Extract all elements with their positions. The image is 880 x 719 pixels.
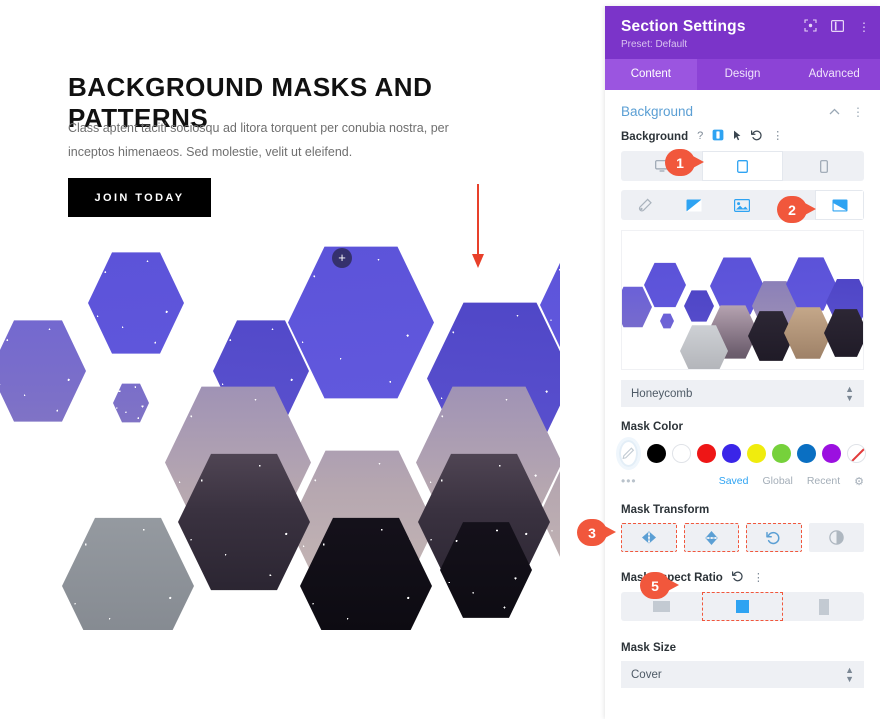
- reset-undo-icon[interactable]: [751, 129, 763, 144]
- callout-1: 1: [665, 149, 704, 176]
- mask-style-select[interactable]: Honeycomb ▲ ▼: [621, 380, 864, 407]
- tab-advanced[interactable]: Advanced: [788, 59, 880, 90]
- swatch-tab-global[interactable]: Global: [762, 475, 792, 487]
- swatch-red[interactable]: [697, 444, 716, 463]
- background-field-label: Background: [621, 130, 689, 143]
- callout-tip: [803, 202, 816, 216]
- mask-position-label: Mask Position: [605, 702, 880, 705]
- section-settings-panel: Section Settings Preset: Default ⋮ Conte…: [605, 6, 880, 719]
- swatch-meta-row: ••• Saved Global Recent ⚙: [605, 471, 880, 488]
- mask-color-label: Mask Color: [621, 421, 683, 433]
- aspect-reset-icon[interactable]: [731, 571, 744, 585]
- preview-hex: [684, 290, 714, 322]
- hex-tile: [62, 517, 194, 655]
- background-section-title: Background: [621, 104, 694, 119]
- swatch-transparent[interactable]: [847, 444, 866, 463]
- landscape-icon: [653, 601, 670, 612]
- preview-hex: [660, 313, 674, 329]
- callout-tip: [603, 525, 616, 539]
- background-field-label-row: Background ? ⋮: [605, 129, 880, 151]
- aspect-square-button[interactable]: [702, 592, 783, 621]
- swatch-black[interactable]: [647, 444, 666, 463]
- square-icon: [736, 600, 749, 613]
- swatch-blue[interactable]: [722, 444, 741, 463]
- help-icon[interactable]: ?: [697, 131, 703, 142]
- tab-content[interactable]: Content: [605, 59, 697, 90]
- chevron-up-icon[interactable]: [829, 106, 840, 118]
- mask-preview: [621, 230, 864, 370]
- background-section-header: Background ⋮: [605, 90, 880, 129]
- aspect-kebab-icon[interactable]: ⋮: [753, 572, 764, 584]
- panel-preset-label[interactable]: Preset: Default: [621, 39, 864, 50]
- swatch-dark-blue[interactable]: [797, 444, 816, 463]
- arrow-head: [472, 254, 484, 268]
- device-toggle-group: [621, 151, 864, 181]
- field-kebab-icon[interactable]: ⋮: [772, 131, 783, 142]
- portrait-icon: [818, 598, 829, 615]
- gear-icon[interactable]: ⚙: [854, 475, 864, 488]
- preview-hex: [644, 262, 686, 308]
- panel-tabs: Content Design Advanced: [605, 59, 880, 90]
- mask-transform-label: Mask Transform: [621, 504, 710, 516]
- layout-panel-icon[interactable]: [831, 19, 845, 34]
- kebab-menu-icon[interactable]: ⋮: [858, 21, 870, 33]
- section-kebab-icon[interactable]: ⋮: [852, 105, 864, 119]
- bg-type-mask-pattern-button[interactable]: [815, 190, 864, 220]
- callout-tip: [691, 155, 704, 169]
- mask-style-value: Honeycomb: [631, 387, 693, 400]
- hex-tile: [113, 383, 149, 423]
- callout-2: 2: [777, 196, 816, 223]
- mask-size-label: Mask Size: [621, 642, 676, 654]
- aspect-portrait-button[interactable]: [783, 592, 864, 621]
- swatch-yellow[interactable]: [747, 444, 766, 463]
- focus-icon[interactable]: [804, 19, 817, 34]
- mask-transform-group: [621, 523, 864, 552]
- hex-tile: [288, 246, 434, 399]
- swatch-purple[interactable]: [822, 444, 841, 463]
- join-today-button[interactable]: JOIN TODAY: [68, 178, 211, 217]
- mask-color-swatches: [605, 440, 880, 471]
- responsive-toggle-icon[interactable]: [712, 129, 724, 144]
- callout-3: 3: [577, 519, 616, 546]
- device-phone-button[interactable]: [783, 151, 864, 181]
- swatch-tab-saved[interactable]: Saved: [719, 475, 749, 487]
- color-picker-button[interactable]: [619, 440, 638, 467]
- screenshot-root: BACKGROUND MASKS AND PATTERNS Class apte…: [0, 0, 880, 719]
- hex-tile: [88, 252, 184, 354]
- panel-header-icons: ⋮: [804, 19, 870, 34]
- bg-type-image-button[interactable]: [718, 190, 767, 220]
- panel-body: Background ⋮ Background ? ⋮ Honeycomb ▲ …: [605, 90, 880, 705]
- hex-tile: [0, 320, 86, 422]
- swatch-green[interactable]: [772, 444, 791, 463]
- callout-tip: [666, 578, 679, 592]
- select-arrows-icon: ▲ ▼: [845, 383, 854, 403]
- tab-design[interactable]: Design: [697, 59, 789, 90]
- swatch-white[interactable]: [672, 444, 691, 463]
- callout-5: 5: [640, 572, 679, 599]
- rotate-icon[interactable]: [746, 523, 802, 552]
- honeycomb-mask-artwork: +: [0, 230, 605, 655]
- add-module-button[interactable]: +: [332, 248, 352, 268]
- mask-size-select[interactable]: Cover ▲ ▼: [621, 661, 864, 688]
- background-type-group: [621, 190, 864, 220]
- invert-icon[interactable]: [808, 523, 864, 552]
- page-paragraph: Class aptent taciti sociosqu ad litora t…: [68, 121, 449, 160]
- more-colors-icon[interactable]: •••: [621, 474, 705, 488]
- select-arrows-icon: ▲ ▼: [845, 664, 854, 684]
- bg-type-gradient-button[interactable]: [670, 190, 719, 220]
- red-annotation-arrow: [472, 184, 484, 270]
- arrow-shaft: [477, 184, 479, 258]
- preview-hex: [824, 309, 863, 357]
- bg-type-color-button[interactable]: [621, 190, 670, 220]
- device-tablet-button[interactable]: [702, 151, 783, 181]
- flip-vertical-icon[interactable]: [683, 523, 739, 552]
- panel-header: Section Settings Preset: Default ⋮: [605, 6, 880, 59]
- page-canvas: BACKGROUND MASKS AND PATTERNS Class apte…: [0, 0, 605, 719]
- hover-cursor-icon[interactable]: [733, 130, 742, 144]
- swatch-tab-recent[interactable]: Recent: [807, 475, 840, 487]
- mask-size-value: Cover: [631, 668, 662, 681]
- flip-horizontal-icon[interactable]: [621, 523, 677, 552]
